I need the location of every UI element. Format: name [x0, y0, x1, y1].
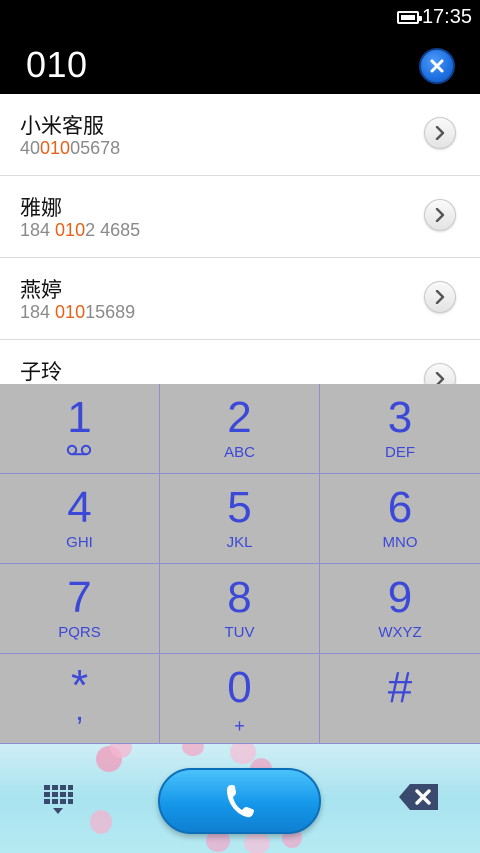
status-bar: 17:35: [0, 0, 480, 36]
key-letters: DEF: [385, 444, 415, 461]
key-3[interactable]: 3 DEF: [320, 384, 480, 474]
phone-icon: [226, 785, 254, 818]
dialed-number[interactable]: 010: [26, 44, 88, 86]
balloon-decoration: [90, 810, 112, 834]
key-2[interactable]: 2 ABC: [160, 384, 320, 474]
contact-phone: 184 01015689: [20, 302, 135, 323]
phone-match: 010: [55, 220, 86, 240]
contact-phone: 4001005678: [20, 138, 120, 159]
dial-action-bar: [0, 744, 480, 853]
key-digit: #: [387, 663, 413, 712]
key-digit: 9: [387, 573, 413, 622]
phone-prefix: 184: [20, 220, 56, 240]
dialpad-icon[interactable]: [43, 784, 73, 816]
contact-results-list[interactable]: 小米客服 4001005678 雅娜 184 0102 4685 燕婷 184 …: [0, 94, 480, 384]
key-letters: PQRS: [58, 624, 101, 641]
contact-name: 小米客服: [20, 115, 104, 138]
key-hash[interactable]: #: [320, 654, 480, 744]
dial-header: 010: [0, 36, 480, 94]
voicemail-icon: [66, 444, 92, 456]
key-digit: 4: [67, 483, 92, 532]
key-letters: TUV: [224, 624, 255, 641]
contact-name: 雅娜: [20, 197, 62, 220]
phone-suffix: 2 4685: [85, 220, 141, 240]
contact-detail-button[interactable]: [424, 199, 456, 231]
contact-row[interactable]: 雅娜 184 0102 4685: [0, 176, 480, 258]
key-9[interactable]: 9 WXYZ: [320, 564, 480, 654]
call-button[interactable]: [158, 768, 321, 834]
key-digit: 1: [67, 393, 92, 442]
chevron-right-icon: [435, 126, 445, 140]
contact-row[interactable]: 小米客服 4001005678: [0, 94, 480, 176]
chevron-right-icon: [435, 372, 445, 384]
phone-match: 010: [40, 138, 71, 158]
key-digit: 2: [227, 393, 252, 442]
battery-fill: [401, 15, 415, 20]
contact-detail-button[interactable]: [424, 281, 456, 313]
contact-name: 子玲: [20, 361, 62, 384]
status-time: 17:35: [421, 6, 472, 28]
backspace-icon[interactable]: [398, 782, 440, 812]
contact-phone: 184 0102 4685: [20, 220, 140, 241]
contact-detail-button[interactable]: [424, 363, 456, 384]
key-letters: JKL: [226, 534, 253, 551]
dial-keypad: 1 2 ABC 3 DEF 4 GHI 5 JKL 6 MNO 7 PQRS 8…: [0, 384, 480, 744]
key-letters: ,: [75, 694, 84, 727]
contact-name: 燕婷: [20, 279, 62, 302]
key-letters: MNO: [382, 534, 418, 551]
phone-suffix: 05678: [70, 138, 121, 158]
key-7[interactable]: 7 PQRS: [0, 564, 160, 654]
key-8[interactable]: 8 TUV: [160, 564, 320, 654]
phone-match: 010: [55, 302, 86, 322]
key-5[interactable]: 5 JKL: [160, 474, 320, 564]
clear-number-button[interactable]: [419, 48, 455, 84]
key-letters: ABC: [224, 444, 255, 461]
key-digit: 5: [227, 483, 252, 532]
contact-detail-button[interactable]: [424, 117, 456, 149]
key-letters: GHI: [66, 534, 93, 551]
key-4[interactable]: 4 GHI: [0, 474, 160, 564]
key-letters: WXYZ: [378, 624, 422, 641]
key-digit: 8: [227, 573, 252, 622]
key-digit: 7: [67, 573, 92, 622]
key-digit: 3: [387, 393, 413, 442]
balloon-decoration: [244, 832, 270, 853]
chevron-right-icon: [435, 208, 445, 222]
key-6[interactable]: 6 MNO: [320, 474, 480, 564]
contact-row[interactable]: 子玲: [0, 340, 480, 384]
phone-suffix: 15689: [85, 302, 136, 322]
key-digit: 6: [387, 483, 413, 532]
key-letters: +: [234, 716, 245, 736]
close-icon: [430, 59, 444, 73]
key-1[interactable]: 1: [0, 384, 160, 474]
key-digit: 0: [227, 663, 252, 712]
battery-icon: [397, 11, 422, 24]
key-0[interactable]: 0 +: [160, 654, 320, 744]
contact-row[interactable]: 燕婷 184 01015689: [0, 258, 480, 340]
key-star[interactable]: * ,: [0, 654, 160, 744]
phone-prefix: 184: [20, 302, 56, 322]
chevron-right-icon: [435, 290, 445, 304]
balloon-decoration: [182, 744, 204, 756]
phone-prefix: 40: [20, 138, 41, 158]
